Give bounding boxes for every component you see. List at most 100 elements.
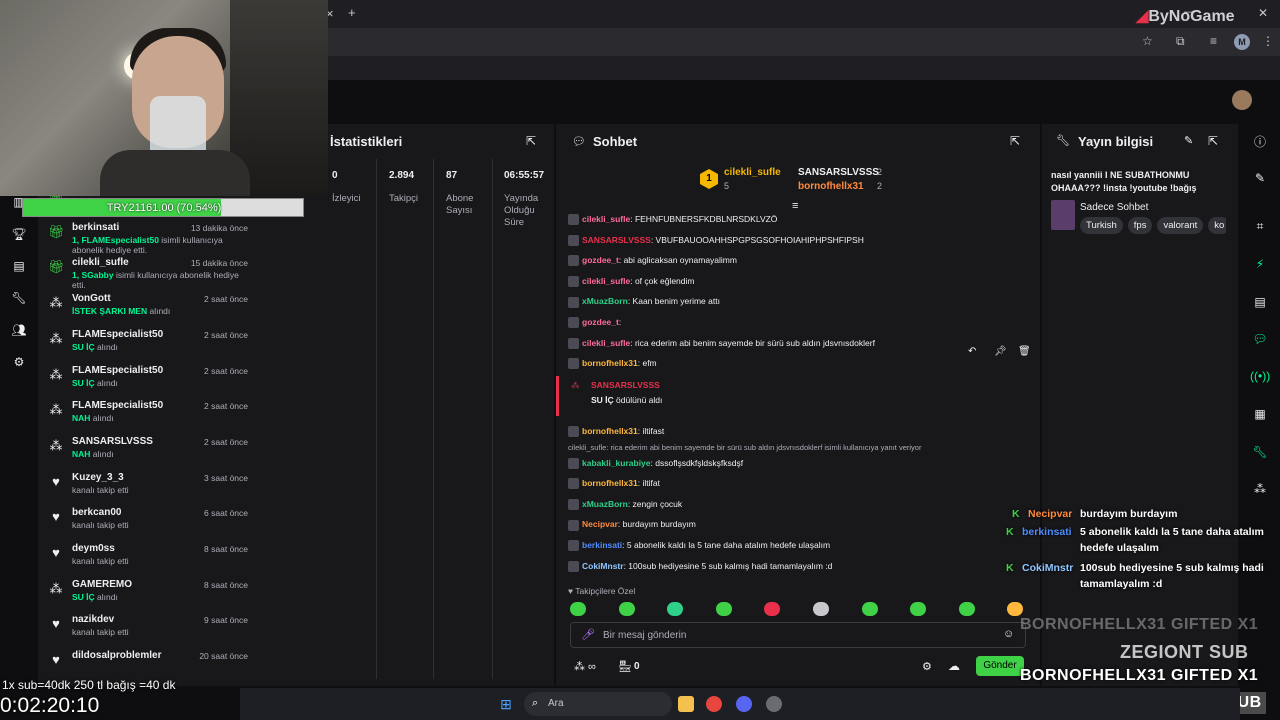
window-close-icon[interactable]: ✕ [1258,6,1268,20]
chat-message[interactable]: bornofhellx31: iltifat [568,474,1028,492]
activity-item[interactable]: 🎁︎ cilekli_sufle 15 dakika önce 1, SGabby i… [48,257,248,291]
mic-icon[interactable]: 🎤︎ [581,628,595,641]
lightning-icon[interactable]: ⚡︎ [1250,254,1270,274]
settings-gear-icon[interactable]: ⚙ [922,660,932,673]
activity-item[interactable]: ⁂ VonGott 2 saat önce İSTEK ŞARKI MEN alınd… [48,293,249,327]
notes-icon[interactable]: ▤ [1250,292,1270,312]
edit-icon[interactable]: ✎ [1250,168,1270,188]
send-button[interactable]: Gönder [976,656,1024,676]
tag[interactable]: Turkish [1080,217,1123,234]
chat-message[interactable]: xMuazBorn: Kaan benim yerime attı [568,292,1028,310]
activity-item[interactable]: ♥ deym0ss 8 saat önce kanalı takip etti [48,543,248,577]
new-tab-button[interactable]: + [348,5,356,20]
broadcast-icon[interactable]: ((•)) [1250,366,1270,386]
emote-icon[interactable] [570,602,586,616]
user-badge-icon [568,519,579,531]
stream-tools-icon[interactable]: ⚙ [11,354,27,370]
chat-username[interactable]: bornofhellx31 [582,426,638,436]
chat-username[interactable]: cilekli_sufle [582,276,630,286]
screenshot-icon[interactable]: ⌗ [1250,216,1270,236]
windows-start-icon[interactable]: ⊞ [498,696,514,712]
activity-item[interactable]: ⁂ FLAMEspecialist50 2 saat önce SU İÇ alınd… [48,329,249,363]
emoji-icon[interactable]: ☺ [1003,628,1014,640]
chat-username[interactable]: xMuazBorn [582,499,628,509]
popout-icon[interactable]: ⇱ [526,134,536,148]
emote-icon[interactable] [910,602,927,616]
activity-item[interactable]: ⁂ GAMEREMO 8 saat önce SU İÇ alındı [48,579,249,613]
chat-message[interactable]: Necipvar: burdayım burdayım [568,515,1028,533]
bookmark-star-icon[interactable]: ☆ [1142,34,1153,48]
popout-icon[interactable]: ⇱ [1208,134,1218,148]
emote-icon[interactable] [618,602,635,616]
tag[interactable]: valorant [1157,217,1204,234]
chat-message[interactable]: gozdee_t: [568,313,1028,331]
wrench-icon[interactable]: 🔧︎ [11,290,27,306]
chat-username[interactable]: Necipvar [582,519,618,529]
chat-username[interactable]: gozdee_t [582,317,619,327]
chat-message[interactable]: xMuazBorn: zengin çocuk [568,495,1028,513]
playlist-icon[interactable]: ≡ [1210,34,1217,48]
chat-icon[interactable]: 💬︎ [1250,329,1270,349]
discord-icon[interactable] [736,696,752,712]
activity-item[interactable]: ⁂ FLAMEspecialist50 2 saat önce SU İÇ alınd… [48,365,249,399]
emote-icon[interactable] [958,602,975,616]
store-icon[interactable]: ▦ [1250,404,1270,424]
media-icon[interactable]: ▤ [11,258,27,274]
activity-item[interactable]: ♥ berkcan00 6 saat önce kanalı takip etti [48,507,248,541]
activity-item[interactable]: ♥ nazikdev 9 saat önce kanalı takip etti [48,614,248,648]
activity-item[interactable]: 🎁︎ berkinsati 13 dakika önce 1, FLAMEspecia… [48,222,248,256]
chat-message[interactable]: bornofhellx31: iltifast [568,422,1028,440]
wrench-icon[interactable]: 🔧︎ [1250,442,1270,462]
pin-icon[interactable]: 📌︎ [994,346,1007,357]
chrome-icon[interactable] [706,696,722,712]
file-explorer-icon[interactable] [678,696,694,712]
minimize-icon[interactable]: — [1184,6,1195,18]
chat-username[interactable]: SANSARSLVSSS [582,235,651,245]
activity-item[interactable]: ⁂ FLAMEspecialist50 2 saat önce NAH alındı [48,400,249,434]
profile-avatar[interactable]: M [1234,34,1250,50]
chat-username[interactable]: CokiMnstr [582,561,624,571]
chat-message[interactable]: berkinsati: 5 abonelik kaldı la 5 tane d… [568,536,1028,554]
emote-icon[interactable] [764,602,781,616]
emote-icon[interactable] [667,602,684,616]
tag[interactable]: fps [1127,217,1153,234]
chat-message[interactable]: cilekli_sufle: FEHNFUBNERSFKDBLNRSDKLVZÖ [568,210,1028,228]
extensions-icon[interactable]: ⧉ [1176,34,1185,49]
activity-item[interactable]: ♥ Kuzey_3_3 3 saat önce kanalı takip etti [48,472,248,506]
browser-menu-icon[interactable]: ⋮ [1262,34,1274,48]
chat-message[interactable]: SANSARSLVSSS: VBUFBAUOOAHHSPGPSGSOFHOIAH… [568,231,1028,249]
bot-icon[interactable]: ☁ [948,659,960,673]
emote-icon[interactable] [813,602,829,616]
tag[interactable]: ko [1208,217,1226,234]
chat-username[interactable]: kabakli_kurabiye [582,458,651,468]
store-icon[interactable]: 🏪︎ [618,660,632,673]
trophy-icon[interactable]: 🏆︎ [11,226,27,242]
users-icon[interactable]: 👥︎ [11,322,27,338]
activity-item[interactable]: ⁂ SANSARSLVSSS 2 saat önce NAH alındı [48,436,249,470]
taskbar-search[interactable]: ⌕ Ara [524,692,672,716]
chat-input[interactable]: 🎤︎ Bir mesaj gönderin ☺ [570,622,1026,648]
edit-pencil-icon[interactable]: ✎ [1184,134,1193,147]
reply-icon[interactable]: ↶ [968,346,976,357]
chat-username[interactable]: bornofhellx31 [582,478,638,488]
chat-username[interactable]: xMuazBorn [582,296,628,306]
popout-icon[interactable]: ⇱ [1010,134,1020,148]
chat-message[interactable]: CokiMnstr: 100sub hediyesine 5 sub kalmı… [568,557,1028,575]
emote-icon[interactable] [861,602,878,616]
delete-icon[interactable]: 🗑︎ [1018,346,1031,357]
chat-text: of çok eğlendim [634,275,695,286]
activity-user: berkinsati [72,221,120,233]
obs-icon[interactable] [766,696,782,712]
chat-message[interactable]: gozdee_t: abi aglicaksan oynamayalimm [568,251,1028,269]
chat-message[interactable]: cilekli_sufle: of çok eğlendim [568,272,1028,290]
chat-username[interactable]: cilekli_sufle [582,214,630,224]
points-icon[interactable]: ⁂ [1250,479,1270,499]
channel-points-icon[interactable]: ⁂ ∞ [574,660,596,673]
emote-icon[interactable] [715,602,732,616]
chat-username[interactable]: berkinsati [582,540,622,550]
chat-username[interactable]: gozdee_t [582,255,619,265]
chat-message[interactable]: kabakli_kurabiye: dssoflşsdkfşldskşfksdş… [568,454,1028,472]
info-icon[interactable]: ⓘ [1250,132,1270,152]
category-name: Sadece Sohbet [1080,202,1149,213]
user-avatar[interactable] [1232,90,1252,110]
